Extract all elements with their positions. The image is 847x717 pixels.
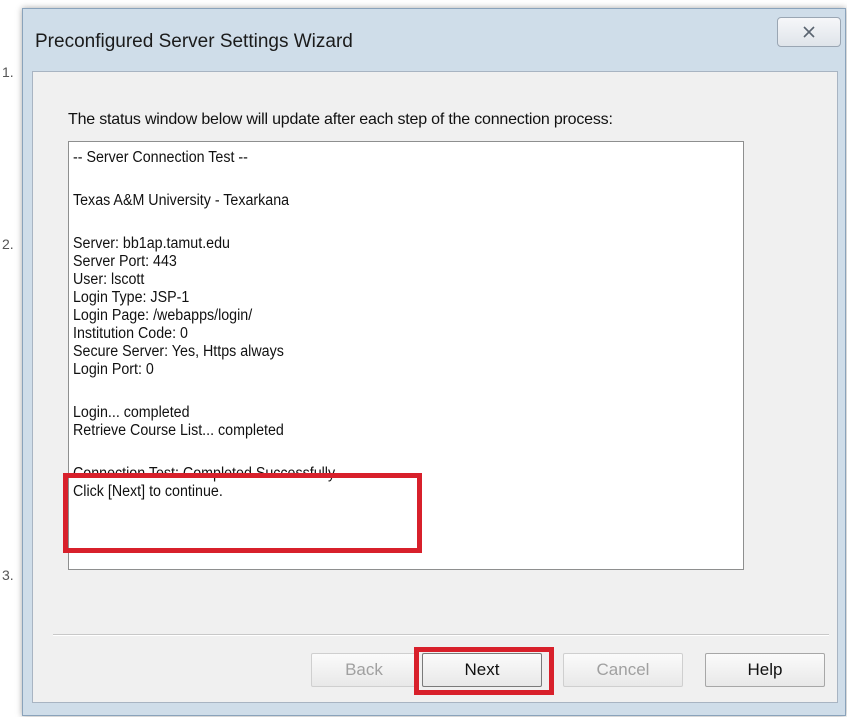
status-line: Server: bb1ap.tamut.edu: [73, 235, 230, 252]
background-mark-1: 1.: [2, 64, 14, 80]
dialog-client-area: The status window below will update afte…: [32, 71, 838, 703]
status-line: Server Port: 443: [73, 253, 177, 270]
instruction-text: The status window below will update afte…: [68, 111, 613, 128]
help-button[interactable]: Help: [705, 653, 825, 687]
title-bar[interactable]: Preconfigured Server Settings Wizard: [23, 9, 845, 71]
background-mark-3: 3.: [2, 567, 14, 583]
wizard-dialog: Preconfigured Server Settings Wizard The…: [22, 8, 846, 716]
status-line: Institution Code: 0: [73, 325, 188, 342]
status-line: Login... completed: [73, 404, 190, 421]
back-button[interactable]: Back: [311, 653, 417, 687]
status-line: Retrieve Course List... completed: [73, 422, 284, 439]
success-highlight-box: [63, 473, 422, 553]
status-line: -- Server Connection Test --: [73, 149, 248, 166]
dialog-title: Preconfigured Server Settings Wizard: [35, 31, 353, 52]
next-highlight-box: [414, 647, 554, 695]
button-separator: [53, 634, 829, 636]
cancel-button[interactable]: Cancel: [563, 653, 683, 687]
close-button[interactable]: [777, 17, 841, 47]
status-line: Login Type: JSP-1: [73, 289, 190, 306]
status-line: User: lscott: [73, 271, 145, 288]
status-line: Login Port: 0: [73, 361, 154, 378]
status-line: Texas A&M University - Texarkana: [73, 192, 290, 209]
close-x-icon: [803, 26, 815, 38]
status-line: Secure Server: Yes, Https always: [73, 343, 284, 360]
status-line: Login Page: /webapps/login/: [73, 307, 253, 324]
background-mark-2: 2.: [2, 236, 14, 252]
